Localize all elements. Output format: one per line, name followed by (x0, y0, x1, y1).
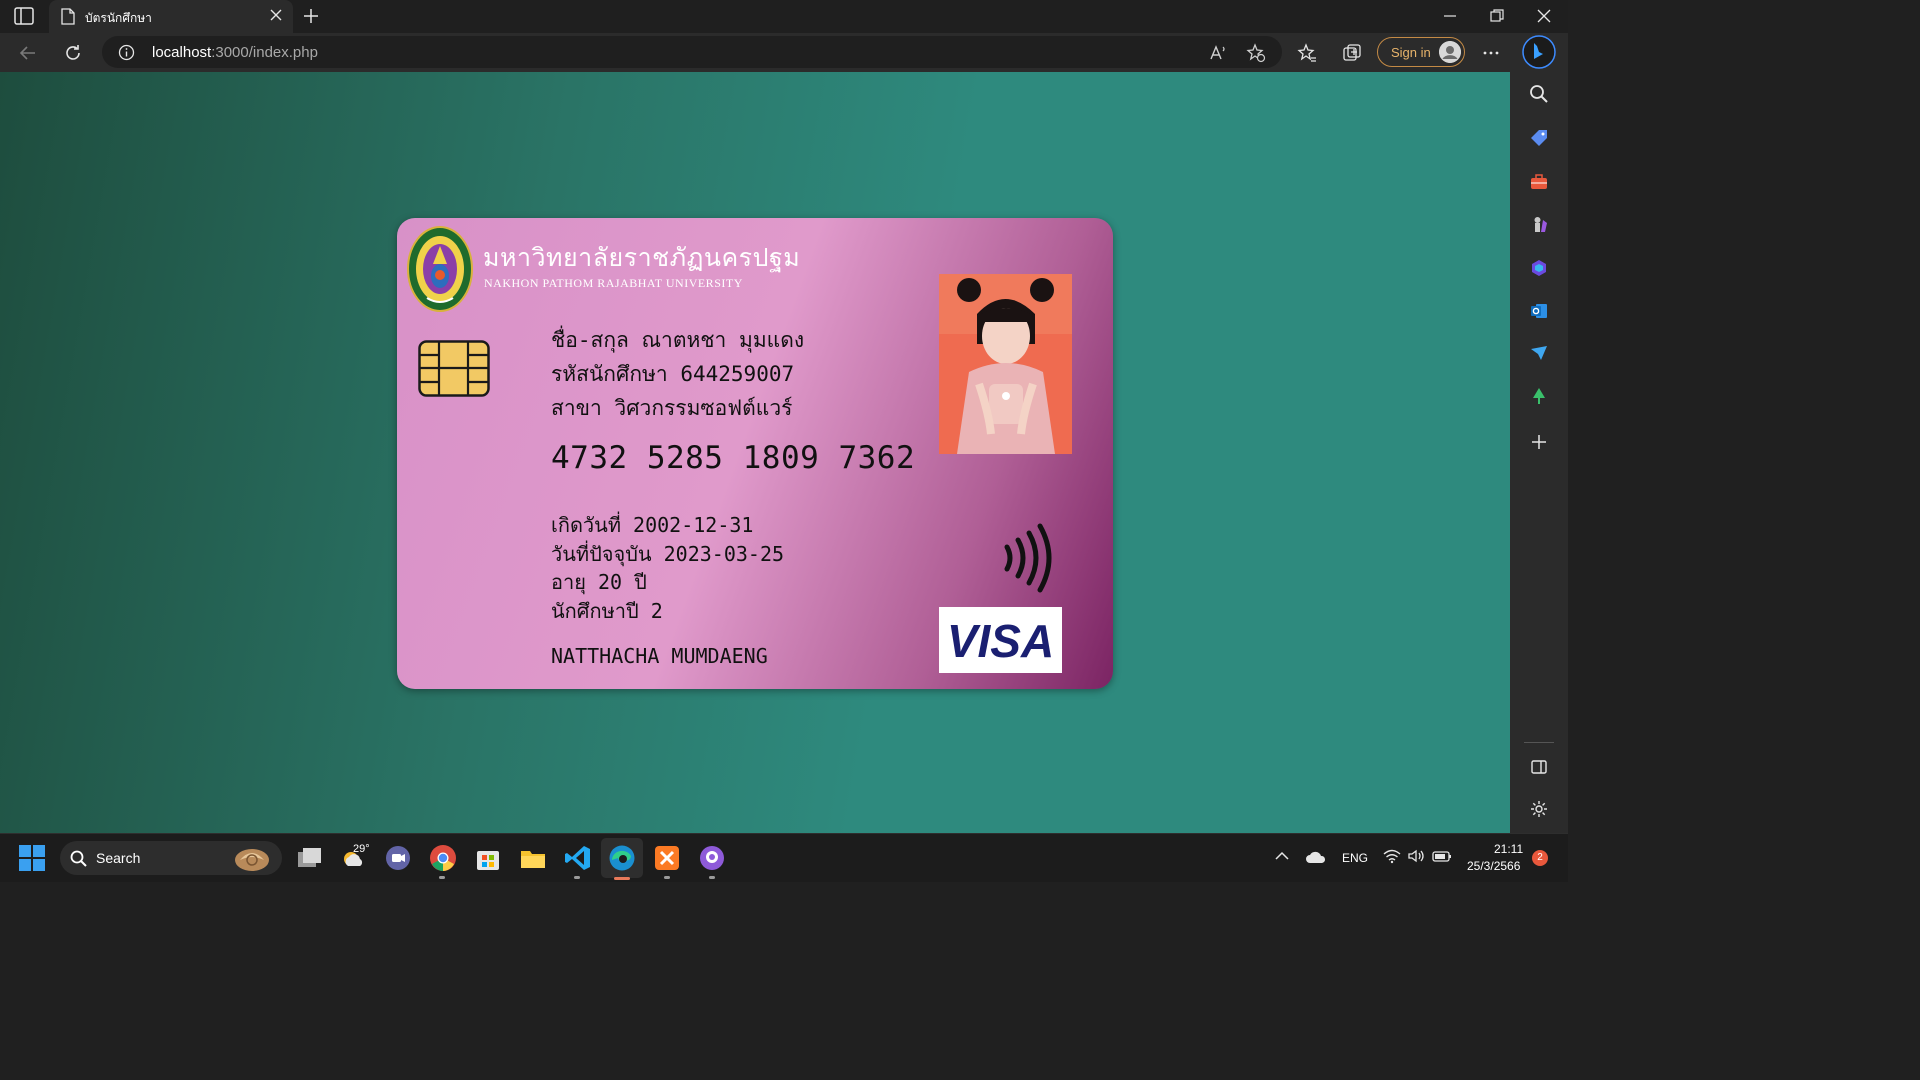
page-icon (61, 8, 75, 25)
vscode-running-indicator (574, 876, 580, 879)
student-id: รหัสนักศึกษา 644259007 (551, 362, 795, 386)
edge-active-indicator (614, 877, 630, 880)
university-seal-logo (407, 226, 473, 312)
back-icon[interactable] (17, 42, 39, 64)
sidebar-divider (1524, 742, 1554, 743)
github-desktop-icon[interactable] (698, 844, 726, 872)
search-label: Search (96, 850, 141, 866)
microsoft365-icon[interactable] (1529, 258, 1549, 278)
tools-briefcase-icon[interactable] (1529, 172, 1549, 192)
student-major: สาขา วิศวกรรมซอฟต์แวร์ (551, 396, 793, 420)
chrome-running-indicator (439, 876, 445, 879)
xampp-icon[interactable] (653, 844, 681, 872)
contactless-icon (1004, 523, 1052, 593)
student-name-english: NATTHACHA MUMDAENG (551, 644, 768, 668)
taskbar-search[interactable]: Search (60, 841, 282, 875)
add-favorite-icon[interactable] (1246, 43, 1266, 63)
svg-text:VISA: VISA (947, 615, 1054, 667)
microsoft-store-icon[interactable] (474, 844, 502, 872)
edge-browser-icon[interactable] (608, 844, 636, 872)
clock-date[interactable]: 25/3/2566 (1467, 859, 1520, 873)
file-explorer-icon[interactable] (519, 844, 547, 872)
weather-temp: 29° (353, 843, 370, 855)
windows-start-icon[interactable] (19, 845, 45, 871)
tab-bar: บัตรนักศึกษา (0, 0, 1568, 33)
volume-icon[interactable] (1407, 848, 1425, 864)
search-highlight-shell-icon (235, 849, 269, 871)
restore-icon[interactable] (1489, 8, 1505, 24)
active-tab[interactable]: บัตรนักศึกษา (49, 0, 293, 33)
games-icon[interactable] (1529, 214, 1549, 234)
chrome-icon[interactable] (429, 844, 457, 872)
refresh-icon[interactable] (62, 42, 84, 64)
read-aloud-icon[interactable] (1208, 43, 1228, 63)
student-photo (939, 274, 1072, 454)
university-name-thai: มหาวิทยาลัยราชภัฏนครปฐม (483, 243, 801, 272)
minimize-icon[interactable] (1442, 8, 1458, 24)
birth-date: เกิดวันที่ 2002-12-31 (551, 513, 754, 537)
bing-copilot-icon[interactable] (1522, 35, 1556, 69)
url-text[interactable]: localhost:3000/index.php (152, 44, 318, 61)
notification-badge[interactable]: 2 (1532, 850, 1548, 866)
settings-gear-icon[interactable] (1529, 799, 1549, 819)
chat-icon[interactable] (384, 844, 412, 872)
sign-in-button[interactable]: Sign in (1377, 37, 1465, 67)
drop-send-icon[interactable] (1529, 343, 1549, 363)
input-language[interactable]: ENG (1342, 851, 1368, 865)
shopping-tag-icon[interactable] (1529, 128, 1549, 148)
visa-logo: VISA (939, 607, 1062, 673)
more-options-icon[interactable] (1480, 42, 1502, 64)
outlook-icon[interactable] (1529, 301, 1549, 321)
url-host: localhost (152, 44, 212, 61)
site-info-icon[interactable] (118, 44, 135, 61)
clock-time[interactable]: 21:11 (1494, 842, 1523, 856)
new-tab-icon[interactable] (301, 6, 321, 26)
tab-actions-icon[interactable] (14, 7, 34, 25)
smart-chip-icon (418, 340, 490, 397)
xampp-running-indicator (664, 876, 670, 879)
page-background: มหาวิทยาลัยราชภัฏนครปฐม NAKHON PATHOM RA… (0, 72, 1510, 833)
edge-sidebar (1510, 72, 1568, 833)
student-id-card: มหาวิทยาลัยราชภัฏนครปฐม NAKHON PATHOM RA… (397, 218, 1113, 689)
taskbar: Search 29° ENG 21:11 25/3/2566 2 (0, 833, 1568, 882)
student-age: อายุ 20 ปี (551, 570, 647, 594)
visa-brand-mark: VISA (947, 615, 1054, 667)
url-path: :3000/index.php (211, 44, 318, 61)
student-year: นักศึกษาปี 2 (551, 599, 663, 623)
favorites-icon[interactable] (1296, 42, 1318, 64)
tree-icon[interactable] (1529, 386, 1549, 406)
search-icon (70, 850, 87, 867)
collections-icon[interactable] (1341, 42, 1363, 64)
hide-sidebar-icon[interactable] (1529, 757, 1549, 777)
onedrive-cloud-icon[interactable] (1305, 849, 1327, 865)
close-window-icon[interactable] (1536, 8, 1552, 24)
wifi-icon[interactable] (1383, 848, 1401, 864)
task-view-icon[interactable] (295, 844, 323, 872)
navigation-bar: localhost:3000/index.php Sign in (0, 33, 1568, 72)
add-sidebar-app-icon[interactable] (1529, 432, 1549, 452)
address-bar[interactable]: localhost:3000/index.php (102, 36, 1282, 68)
vscode-icon[interactable] (564, 844, 592, 872)
sidebar-search-icon[interactable] (1529, 84, 1549, 104)
show-hidden-icons-chevron-icon[interactable] (1275, 851, 1289, 861)
card-number: 4732 5285 1809 7362 (551, 440, 916, 476)
sign-in-label: Sign in (1391, 45, 1431, 60)
battery-icon[interactable] (1432, 848, 1452, 864)
tab-title: บัตรนักศึกษา (85, 11, 152, 25)
close-tab-icon[interactable] (269, 8, 283, 22)
university-name-english: NAKHON PATHOM RAJABHAT UNIVERSITY (484, 276, 743, 290)
github-running-indicator (709, 876, 715, 879)
profile-avatar-icon (1439, 41, 1461, 63)
student-name: ชื่อ-สกุล ณาตหชา มุมแดง (551, 328, 805, 352)
